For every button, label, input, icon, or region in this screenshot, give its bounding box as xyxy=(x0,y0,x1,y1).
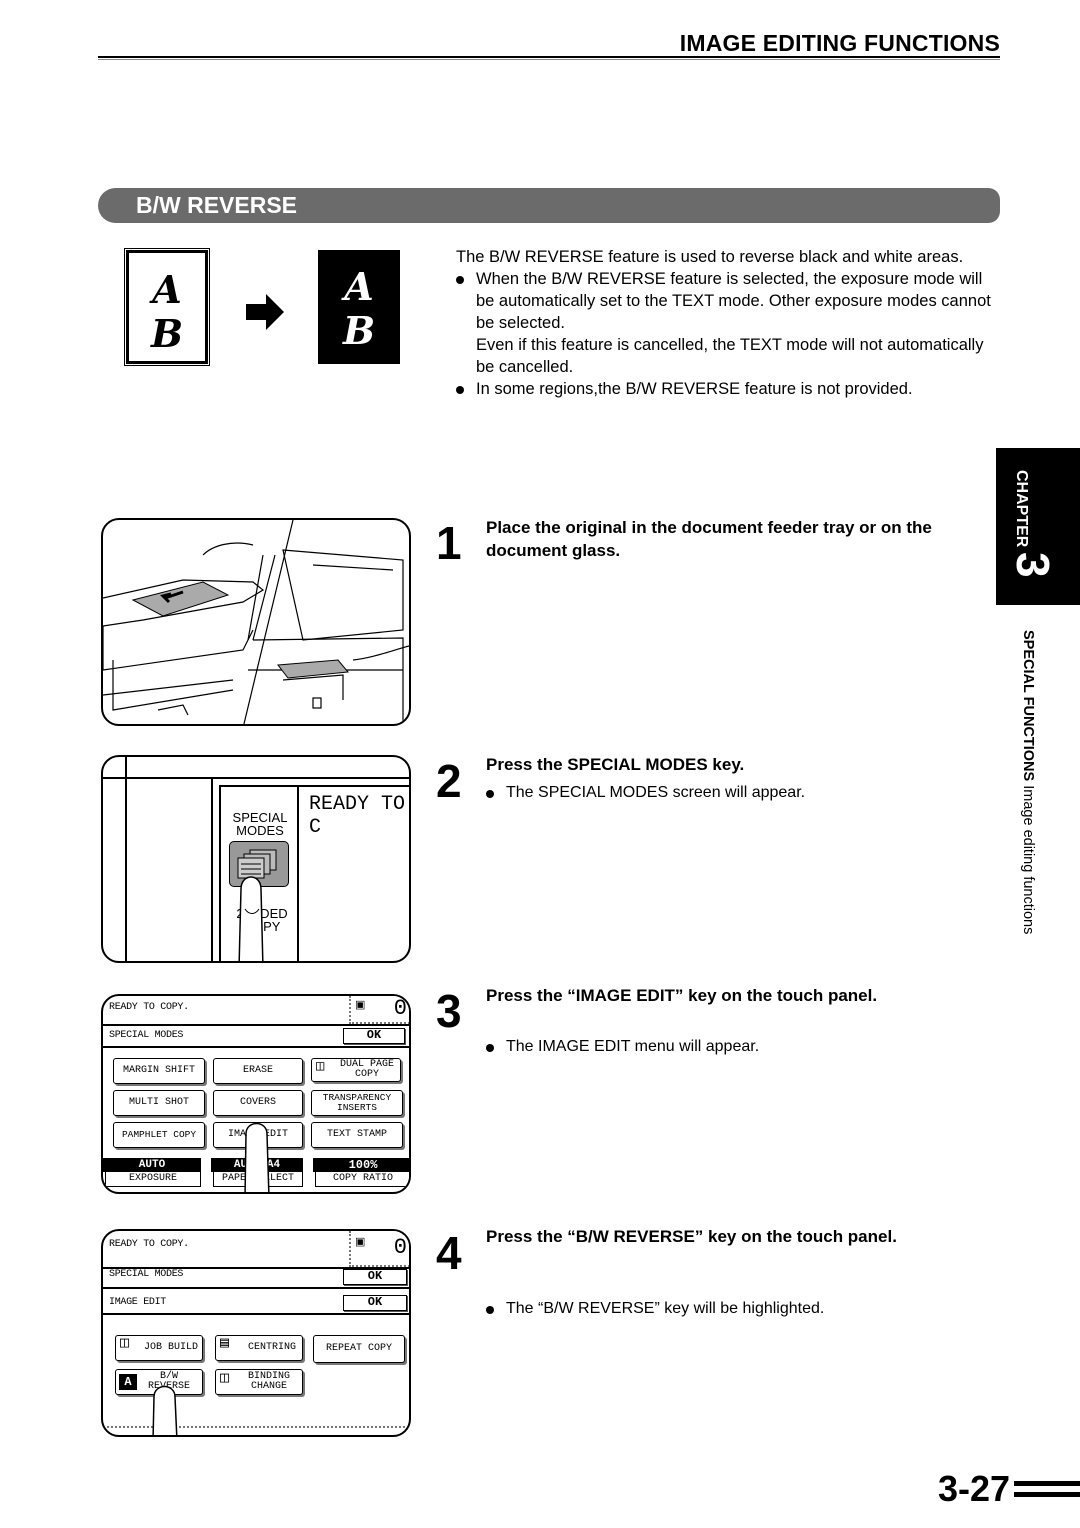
side-subsection: Image editing functions xyxy=(1020,785,1036,935)
copy-ratio-button[interactable]: COPY RATIO xyxy=(315,1172,409,1187)
repeat-copy-key[interactable]: REPEAT COPY xyxy=(313,1335,405,1363)
transparency-inserts-key[interactable]: TRANSPARENCY INSERTS xyxy=(311,1090,403,1116)
letter-a: A xyxy=(152,267,182,312)
erase-key[interactable]: ERASE xyxy=(213,1058,303,1084)
letter-b: B xyxy=(150,311,184,356)
bullet-text: When the B/W REVERSE feature is selected… xyxy=(476,270,991,332)
step-heading: Place the original in the document feede… xyxy=(486,518,932,560)
step-number: 1 xyxy=(436,517,462,569)
side-running-text: SPECIAL FUNCTIONS Image editing function… xyxy=(1014,630,1044,990)
chapter-label: CHAPTER xyxy=(1013,470,1030,548)
intro-text: The B/W REVERSE feature is used to rever… xyxy=(456,246,1002,400)
dual-page-icon: ◫ xyxy=(316,1059,325,1075)
image-edit-ok-button[interactable]: OK xyxy=(343,1295,407,1311)
menu-title: SPECIAL MODES xyxy=(109,1030,184,1041)
operation-panel-illustration: READY TO C SPECIAL MODES 2-SIDED COPY xyxy=(101,755,411,963)
bullet-icon xyxy=(456,386,464,394)
footer-rule xyxy=(1014,1481,1080,1486)
centring-key[interactable]: ▤ CENTRING xyxy=(215,1335,303,1361)
panel-display-text: READY TO C xyxy=(309,793,406,839)
running-header-title: IMAGE EDITING FUNCTIONS xyxy=(679,30,1000,56)
binding-change-icon: ◫ xyxy=(220,1370,230,1387)
step-heading: Press the SPECIAL MODES key. xyxy=(486,755,745,774)
chapter-number: 3 xyxy=(1007,552,1059,578)
job-build-icon: ◫ xyxy=(120,1335,130,1352)
tray-icon: ▣ xyxy=(355,1236,366,1248)
dual-page-copy-key[interactable]: ◫ DUAL PAGE COPY xyxy=(311,1058,401,1082)
footer-rule xyxy=(1014,1492,1080,1497)
exposure-value: AUTO xyxy=(103,1158,201,1172)
bullet-text: In some regions,the B/W REVERSE feature … xyxy=(476,380,913,398)
copy-count: 0 xyxy=(393,1235,407,1260)
touch-panel-special-modes: READY TO COPY. ▣ 0 SPECIAL MODES OK MARG… xyxy=(101,994,411,1194)
bullet-icon xyxy=(486,1306,494,1314)
bullet-icon xyxy=(486,1044,494,1052)
step-heading: Press the “B/W REVERSE” key on the touch… xyxy=(486,1227,897,1246)
job-build-key[interactable]: ◫ JOB BUILD xyxy=(115,1335,203,1361)
intro-lead: The B/W REVERSE feature is used to rever… xyxy=(456,248,964,266)
section-banner: B/W REVERSE xyxy=(98,188,1000,223)
menu-title: SPECIAL MODES xyxy=(109,1269,184,1280)
step-number: 4 xyxy=(436,1227,462,1279)
tray-icon: ▣ xyxy=(355,999,366,1011)
chapter-number-wrap: 3 xyxy=(1007,552,1060,602)
bullet-icon xyxy=(456,276,464,284)
multi-shot-key[interactable]: MULTI SHOT xyxy=(113,1090,205,1116)
margin-shift-key[interactable]: MARGIN SHIFT xyxy=(113,1058,205,1084)
exposure-button[interactable]: EXPOSURE xyxy=(105,1172,201,1187)
touch-panel-image-edit: READY TO COPY. ▣ 0 SPECIAL MODES OK IMAG… xyxy=(101,1229,411,1437)
binding-change-key[interactable]: ◫ BINDING CHANGE xyxy=(215,1369,303,1395)
chapter-label-wrap: CHAPTER xyxy=(1008,470,1038,560)
submenu-title: IMAGE EDIT xyxy=(109,1297,167,1308)
bullet-icon xyxy=(486,790,494,798)
copy-counter: ▣ 0 xyxy=(349,1231,409,1267)
section-title: B/W REVERSE xyxy=(136,192,298,218)
letter-b: B xyxy=(342,308,376,353)
copier-illustration xyxy=(101,518,411,726)
finger-pointer-icon xyxy=(238,876,264,961)
step-heading: Press the “IMAGE EDIT” key on the touch … xyxy=(486,986,878,1005)
finger-pointer-icon xyxy=(152,1385,178,1435)
header-rule xyxy=(98,56,1000,58)
ok-button[interactable]: OK xyxy=(343,1269,407,1285)
covers-key[interactable]: COVERS xyxy=(213,1090,303,1116)
text-stamp-key[interactable]: TEXT STAMP xyxy=(311,1122,403,1148)
page-number: 3-27 xyxy=(938,1468,1011,1509)
step-note: The IMAGE EDIT menu will appear. xyxy=(486,1036,1006,1058)
right-arrow-icon xyxy=(246,294,284,330)
side-section: SPECIAL FUNCTIONS xyxy=(1020,630,1036,782)
step-number: 3 xyxy=(436,985,462,1037)
status-message: READY TO COPY. xyxy=(109,1239,189,1250)
intro-bullet: In some regions,the B/W REVERSE feature … xyxy=(456,378,1002,400)
step-note: The “B/W REVERSE” key will be highlighte… xyxy=(486,1298,1006,1320)
step-number: 2 xyxy=(436,755,462,807)
step-note: The SPECIAL MODES screen will appear. xyxy=(486,782,1006,804)
copier-drawing xyxy=(103,520,409,724)
bullet-continuation: Even if this feature is cancelled, the T… xyxy=(476,336,984,376)
copy-ratio-value: 100% xyxy=(313,1158,409,1172)
pamphlet-copy-key[interactable]: PAMPHLET COPY xyxy=(113,1122,205,1148)
special-modes-key-label: SPECIAL MODES xyxy=(232,810,288,838)
ok-button[interactable]: OK xyxy=(343,1028,405,1044)
letter-a: A xyxy=(344,264,374,309)
status-message: READY TO COPY. xyxy=(109,1002,189,1013)
finger-pointer-icon xyxy=(244,1122,270,1192)
header-rule-shadow xyxy=(98,59,1000,60)
copy-counter: ▣ 0 xyxy=(349,996,409,1024)
intro-bullet: When the B/W REVERSE feature is selected… xyxy=(456,268,1002,378)
original-page-illustration: A B xyxy=(124,248,210,366)
reversed-page-illustration: A B xyxy=(318,250,400,364)
copy-count: 0 xyxy=(393,996,407,1021)
bw-reverse-icon: A xyxy=(119,1374,137,1390)
centring-icon: ▤ xyxy=(220,1335,230,1352)
